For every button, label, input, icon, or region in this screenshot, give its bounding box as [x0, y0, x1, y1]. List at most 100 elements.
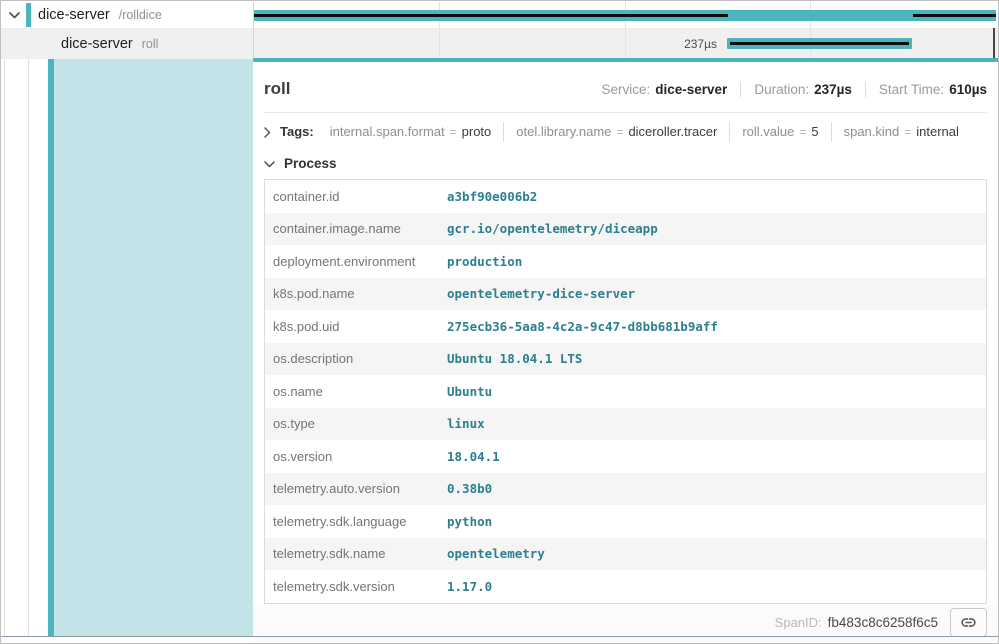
meta-value: dice-server — [655, 82, 727, 97]
span-duration-label: 237µs — [684, 29, 717, 59]
span-name-cell[interactable]: dice-server roll — [1, 29, 253, 59]
process-kv-row: container.image.namegcr.io/opentelemetry… — [265, 213, 986, 246]
tag-item: internal.span.format=proto — [318, 122, 504, 142]
process-kv-row: telemetry.sdk.nameopentelemetry — [265, 538, 986, 571]
timeline-gridline — [625, 29, 626, 59]
process-kv-row: container.ida3bf90e006b2 — [265, 180, 986, 213]
process-kv-row: telemetry.sdk.version1.17.0 — [265, 570, 986, 603]
meta-item: Service: dice-server — [601, 82, 727, 97]
span-self-time-segment — [730, 42, 909, 45]
meta-label: Service: — [601, 82, 650, 97]
equals-sign: = — [799, 122, 806, 142]
process-kv-row: os.version18.04.1 — [265, 440, 986, 473]
chevron-right-icon[interactable] — [264, 127, 271, 138]
service-name: dice-server — [38, 7, 110, 23]
timeline-gridline — [439, 29, 440, 59]
span-row-rolldice[interactable]: dice-server /rolldice — [1, 2, 998, 29]
process-key: k8s.pod.uid — [265, 319, 447, 334]
span-meta: Service: dice-server Duration: 237µs Start T… — [601, 82, 987, 97]
process-value: production — [447, 254, 522, 269]
span-id-value: fb483c8c6258f6c5 — [828, 615, 938, 630]
content-bottom-border — [1, 636, 998, 637]
meta-item: Start Time: 610µs — [865, 82, 987, 97]
process-value: 275ecb36-5aa8-4c2a-9c47-d8bb681b9aff — [447, 319, 718, 334]
operation-name: /rolldice — [119, 8, 162, 22]
column-resizer[interactable] — [253, 2, 254, 59]
process-kv-row: telemetry.sdk.languagepython — [265, 505, 986, 538]
tag-item: otel.library.name=diceroller.tracer — [503, 122, 729, 142]
tag-value: internal — [916, 122, 959, 142]
equals-sign: = — [904, 122, 911, 142]
tag-key: otel.library.name — [516, 122, 611, 142]
process-key: telemetry.sdk.language — [265, 514, 447, 529]
span-detail-header: roll Service: dice-server Duration: 237µs St… — [253, 62, 998, 101]
process-key: os.type — [265, 416, 447, 431]
span-self-time-segment — [254, 14, 728, 17]
selected-span-highlight — [54, 58, 253, 636]
span-detail-panel: roll Service: dice-server Duration: 237µs St… — [253, 62, 998, 636]
process-value: python — [447, 514, 492, 529]
indent-guide — [4, 28, 5, 637]
process-table: container.ida3bf90e006b2container.image.… — [264, 179, 987, 604]
operation-name: roll — [142, 37, 159, 51]
span-timeline-cell[interactable] — [253, 2, 996, 28]
process-value: a3bf90e006b2 — [447, 189, 537, 204]
process-value: 0.38b0 — [447, 481, 492, 496]
meta-label: Start Time: — [879, 82, 944, 97]
tag-value: 5 — [811, 122, 818, 142]
equals-sign: = — [450, 122, 457, 142]
tag-value: diceroller.tracer — [628, 122, 717, 142]
link-icon — [960, 614, 977, 631]
process-kv-row: os.descriptionUbuntu 18.04.1 LTS — [265, 343, 986, 376]
span-self-time-segment — [913, 14, 996, 17]
meta-value: 610µs — [949, 82, 987, 97]
process-kv-row: k8s.pod.nameopentelemetry-dice-server — [265, 278, 986, 311]
process-key: deployment.environment — [265, 254, 447, 269]
meta-item: Duration: 237µs — [740, 82, 852, 97]
meta-value: 237µs — [814, 82, 852, 97]
span-timeline-cell[interactable]: 237µs — [253, 29, 996, 59]
span-title: roll — [264, 77, 290, 101]
tags-accordion[interactable]: Tags: internal.span.format=protootel.lib… — [253, 113, 998, 142]
tag-item: span.kind=internal — [831, 122, 971, 142]
process-key: os.description — [265, 351, 447, 366]
tags-list: internal.span.format=protootel.library.n… — [318, 122, 971, 142]
process-value: 18.04.1 — [447, 449, 500, 464]
span-name-cell[interactable]: dice-server /rolldice — [1, 2, 253, 28]
tags-label: Tags: — [280, 122, 314, 142]
process-value: 1.17.0 — [447, 579, 492, 594]
chevron-down-icon[interactable] — [264, 161, 275, 168]
tag-key: roll.value — [742, 122, 794, 142]
tag-value: proto — [462, 122, 492, 142]
span-rows: dice-server /rolldice dice-server roll — [1, 2, 998, 58]
process-key: k8s.pod.name — [265, 286, 447, 301]
process-label: Process — [284, 155, 337, 173]
process-kv-row: os.typelinux — [265, 408, 986, 441]
process-kv-row: os.nameUbuntu — [265, 375, 986, 408]
span-id-label: SpanID: — [775, 615, 822, 630]
process-key: container.image.name — [265, 221, 447, 236]
process-value: linux — [447, 416, 485, 431]
tag-item: roll.value=5 — [729, 122, 830, 142]
trace-detail-view: dice-server /rolldice dice-server roll — [0, 0, 999, 644]
process-kv-row: k8s.pod.uid275ecb36-5aa8-4c2a-9c47-d8bb6… — [265, 310, 986, 343]
equals-sign: = — [616, 122, 623, 142]
service-color-bar — [26, 3, 31, 27]
tag-key: internal.span.format — [330, 122, 445, 142]
process-key: os.name — [265, 384, 447, 399]
process-key: container.id — [265, 189, 447, 204]
deep-link-button[interactable] — [950, 608, 987, 637]
indent-guide — [28, 28, 29, 637]
process-accordion[interactable]: Process — [253, 142, 998, 173]
meta-label: Duration: — [754, 82, 809, 97]
process-value: gcr.io/opentelemetry/diceapp — [447, 221, 658, 236]
collapse-chevron-down-icon[interactable] — [8, 9, 21, 22]
process-value: opentelemetry-dice-server — [447, 286, 635, 301]
tag-key: span.kind — [844, 122, 900, 142]
process-kv-row: telemetry.auto.version0.38b0 — [265, 473, 986, 506]
span-row-roll[interactable]: dice-server roll 237µs — [1, 29, 998, 59]
process-kv-row: deployment.environmentproduction — [265, 245, 986, 278]
process-key: telemetry.sdk.version — [265, 579, 447, 594]
process-key: os.version — [265, 449, 447, 464]
span-detail-footer: SpanID: fb483c8c6258f6c5 — [253, 604, 998, 641]
